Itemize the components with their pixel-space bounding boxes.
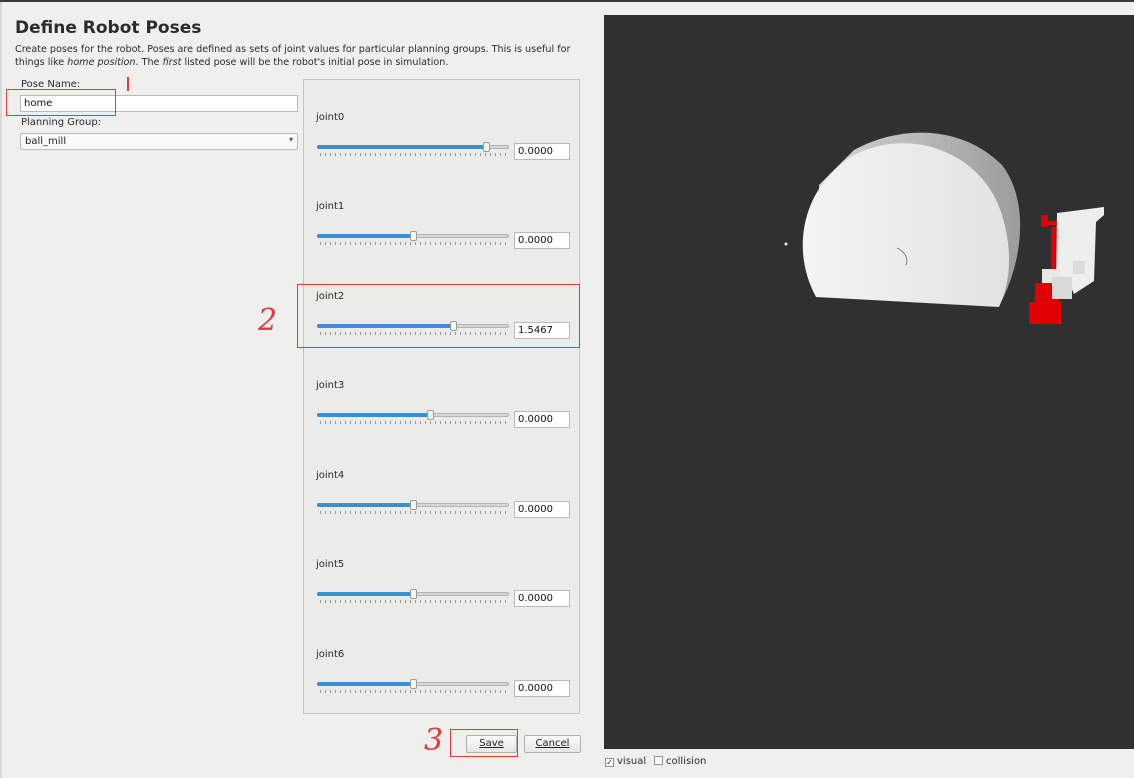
annotation-box-pose-name: [6, 89, 116, 116]
joint-label: joint5: [316, 559, 345, 570]
slider-ticks: [320, 511, 506, 514]
slider-ticks: [320, 421, 506, 424]
joint-slider[interactable]: [317, 679, 509, 689]
slider-handle[interactable]: [410, 231, 417, 241]
joint-row-0: joint0: [304, 112, 581, 192]
joint-label: joint4: [316, 470, 345, 481]
collision-toggle[interactable]: collision: [654, 756, 706, 767]
robot-3d-viewport[interactable]: [604, 15, 1134, 749]
slider-handle[interactable]: [410, 589, 417, 599]
slider-handle[interactable]: [427, 410, 435, 420]
joint-label: joint3: [316, 380, 345, 391]
visual-checkbox[interactable]: ✓: [605, 758, 614, 767]
slider-ticks: [320, 242, 506, 245]
joint-slider[interactable]: [317, 142, 509, 152]
visual-label: visual: [617, 756, 647, 767]
window-top-border: [0, 0, 1134, 2]
joint-sliders-panel: joint0 joint1 joint2 joint3 joint4 joint…: [303, 79, 580, 714]
joint-label: joint6: [316, 649, 345, 660]
joint-row-1: joint1: [304, 201, 581, 281]
planning-group-select[interactable]: ball_mill ▾: [20, 133, 298, 150]
page-description: Create poses for the robot. Poses are de…: [15, 44, 571, 68]
joint-slider[interactable]: [317, 410, 509, 420]
page-title: Define Robot Poses: [15, 18, 202, 38]
joint-label: joint1: [316, 201, 345, 212]
scene-render: [784, 132, 1104, 324]
planning-group-label: Planning Group:: [21, 117, 102, 128]
collision-checkbox[interactable]: [654, 756, 663, 765]
joint-value-input[interactable]: [514, 680, 570, 697]
visual-toggle[interactable]: ✓ visual: [605, 756, 646, 767]
joint-value-input[interactable]: [514, 411, 570, 428]
joint-slider[interactable]: [317, 589, 509, 599]
joint-value-input[interactable]: [514, 143, 570, 160]
slider-handle[interactable]: [410, 500, 417, 510]
slider-ticks: [320, 600, 506, 603]
annotation-label-2: 2: [258, 303, 278, 338]
joint-row-5: joint5: [304, 559, 581, 639]
joint-row-4: joint4: [304, 470, 581, 550]
annotation-label-3: 3: [424, 723, 444, 758]
slider-handle[interactable]: [410, 679, 417, 689]
annotation-box-save: [450, 729, 518, 757]
joint-label: joint0: [316, 112, 345, 123]
joint-value-input[interactable]: [514, 501, 570, 518]
joint-slider[interactable]: [317, 500, 509, 510]
planning-group-value: ball_mill: [25, 136, 67, 147]
slider-handle[interactable]: [482, 142, 490, 152]
joint-slider[interactable]: [317, 231, 509, 241]
joint-row-6: joint6: [304, 649, 581, 729]
cancel-button[interactable]: Cancel: [524, 735, 581, 753]
chevron-down-icon: ▾: [288, 135, 293, 144]
collision-label: collision: [666, 756, 707, 767]
slider-ticks: [320, 690, 506, 693]
joint-value-input[interactable]: [514, 232, 570, 249]
left-edge: [0, 2, 2, 778]
joint-row-3: joint3: [304, 380, 581, 460]
annotation-box-joint2: [297, 284, 580, 348]
annotation-mark-1: [127, 77, 129, 91]
slider-ticks: [320, 153, 506, 156]
joint-value-input[interactable]: [514, 590, 570, 607]
